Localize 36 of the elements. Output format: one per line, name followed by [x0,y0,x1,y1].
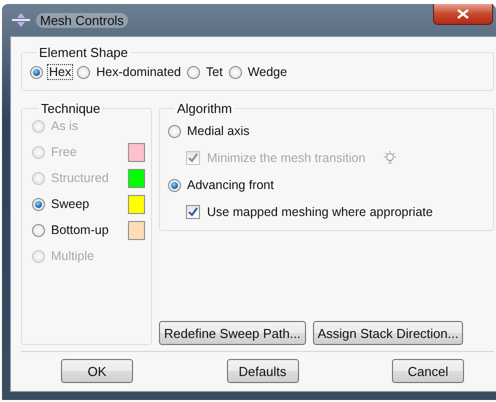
action-button[interactable]: Redefine Sweep Path... [159,321,306,345]
dialog-button[interactable]: Cancel [392,359,464,383]
radio-label: Bottom-up [50,222,110,238]
radio-button[interactable] [187,66,200,78]
radio-label: As is [50,118,80,134]
group-label: Element Shape [38,45,129,60]
action-button[interactable]: Assign Stack Direction... [312,321,464,345]
dialog-button[interactable]: OK [61,359,133,383]
radio-label: Advancing front [186,177,275,193]
radio-label: Hex-dominated [95,64,182,80]
radio-button[interactable] [32,224,45,236]
radio-label: Sweep [50,196,90,212]
close-icon [457,9,469,19]
group-label: Algorithm [176,101,233,116]
dialog-button[interactable]: Defaults [226,359,298,383]
radio-label: Wedge [246,64,288,80]
radio-label: Structured [50,170,110,186]
window-title: Mesh Controls [36,12,128,28]
radio-button[interactable] [32,198,45,210]
group-label: Technique [40,101,102,116]
radio-button[interactable] [228,66,242,78]
radio-label: Hex [47,64,74,80]
radio-button[interactable] [168,124,181,138]
radio-label: Tet [205,64,224,80]
lightbulb-icon [382,150,398,166]
checkbox-label: Use mapped meshing where appropriate [206,204,434,220]
radio-label: Multiple [50,248,96,264]
radio-button[interactable] [30,66,43,78]
radio-button[interactable] [77,66,90,78]
close-button[interactable] [433,4,493,25]
checkbox[interactable] [186,205,200,219]
app-icon [12,13,30,27]
radio-button[interactable] [168,178,181,192]
radio-label: Medial axis [186,123,251,139]
checkbox-label: Minimize the mesh transition [206,150,366,166]
radio-label: Free [50,144,78,160]
